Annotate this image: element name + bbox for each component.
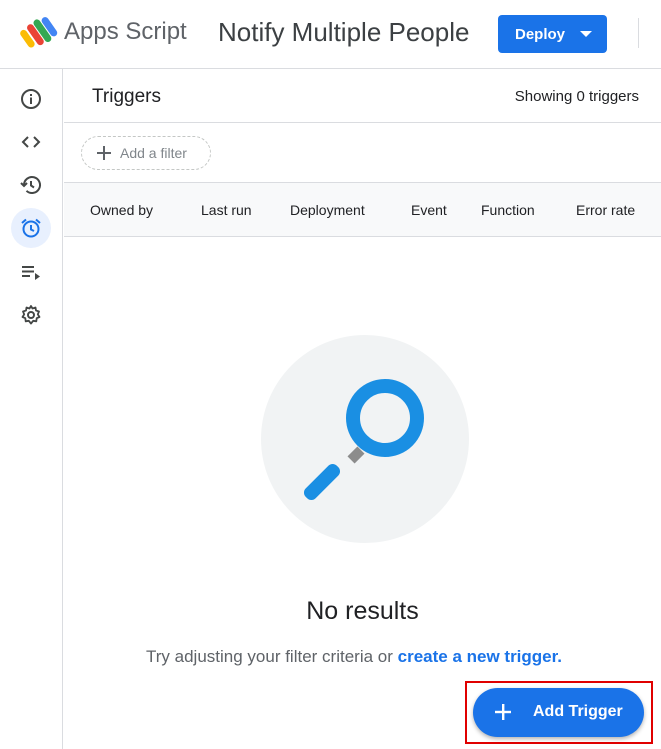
top-bar: Apps Script Notify Multiple People Deplo… [0,0,661,69]
column-last-run[interactable]: Last run [201,202,252,218]
nav-executions[interactable] [11,252,51,292]
add-filter-button[interactable]: Add a filter [81,136,211,170]
column-function[interactable]: Function [481,202,535,218]
project-title[interactable]: Notify Multiple People [218,17,469,48]
nav-overview[interactable] [11,79,51,119]
table-header: Owned by Last run Deployment Event Funct… [64,183,661,237]
plus-icon [495,704,511,720]
page-title: Triggers [92,86,161,107]
nav-triggers[interactable] [11,208,51,248]
apps-script-logo-icon [20,17,58,48]
hint-text: Try adjusting your filter criteria or [146,647,393,666]
triggers-panel: Triggers Showing 0 triggers Add a filter… [64,69,661,749]
no-results-title: No results [306,597,419,625]
trigger-count: Showing 0 triggers [514,88,639,105]
nav-settings[interactable] [11,295,51,335]
add-trigger-button[interactable]: Add Trigger [473,688,644,737]
filter-row: Add a filter [64,123,661,183]
header-divider [638,18,639,48]
deploy-button-label: Deploy [515,25,566,43]
create-trigger-link[interactable]: create a new trigger. [398,647,562,666]
caret-down-icon [580,31,592,37]
info-icon [21,89,41,109]
empty-state-hint: Try adjusting your filter criteria or cr… [146,647,562,667]
gear-icon [21,305,41,325]
triggers-header: Triggers Showing 0 triggers [64,69,661,123]
plus-icon [97,146,111,160]
deploy-button[interactable]: Deploy [498,15,607,53]
column-owned-by[interactable]: Owned by [90,202,153,218]
alarm-clock-icon [21,218,41,238]
add-trigger-label: Add Trigger [533,703,623,720]
code-icon [21,136,41,148]
left-nav [0,69,63,749]
history-icon [20,176,41,194]
add-filter-label: Add a filter [120,145,187,161]
magnifying-glass-icon [303,379,424,501]
column-deployment[interactable]: Deployment [290,202,365,218]
executions-icon [22,266,40,280]
nav-project-history[interactable] [11,165,51,205]
nav-editor[interactable] [11,122,51,162]
column-event[interactable]: Event [411,202,447,218]
column-error-rate[interactable]: Error rate [576,202,635,218]
app-name[interactable]: Apps Script [64,18,187,46]
